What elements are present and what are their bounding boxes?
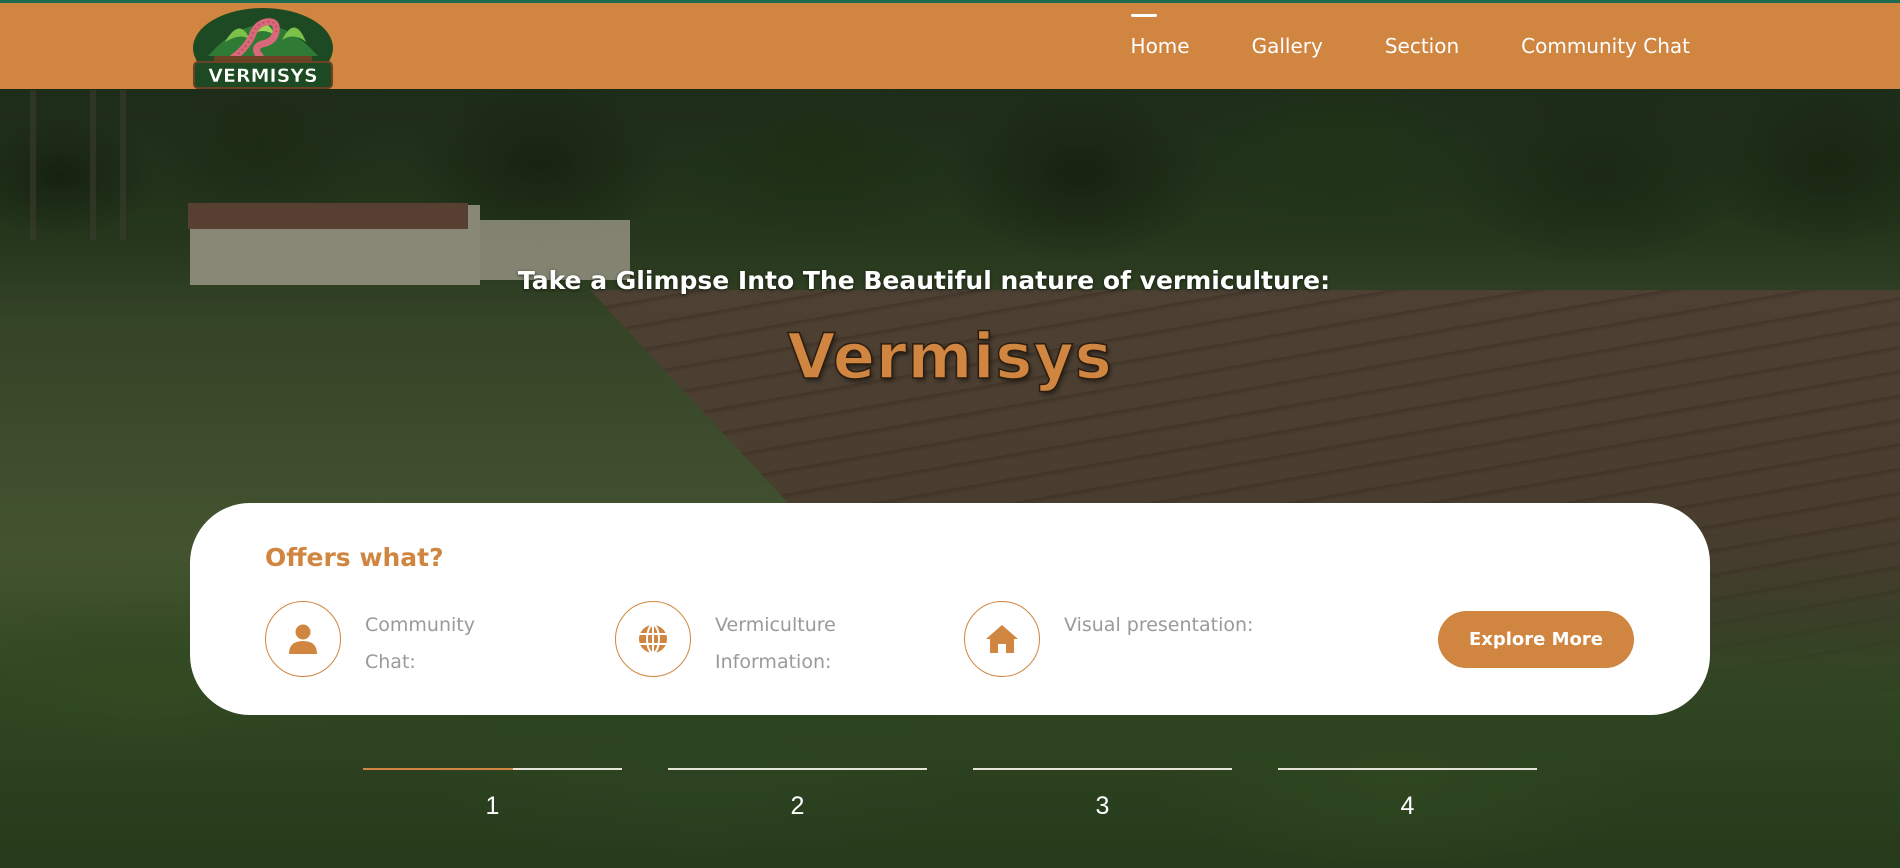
explore-more-button[interactable]: Explore More (1438, 611, 1634, 668)
nav-gallery[interactable]: Gallery (1252, 34, 1323, 58)
slide-number: 3 (1095, 792, 1110, 820)
slide-indicator-4[interactable]: 4 (1278, 768, 1537, 821)
nav-home[interactable]: Home (1130, 14, 1190, 58)
user-icon (265, 601, 341, 677)
home-icon (964, 601, 1040, 677)
globe-icon (615, 601, 691, 677)
hero-title: Vermisys (0, 319, 1900, 394)
slide-progress-bar (668, 768, 927, 770)
slide-number: 4 (1400, 792, 1415, 820)
slide-progress-bar (1278, 768, 1537, 770)
slide-number: 2 (790, 792, 805, 820)
offer-item-visual-presentation: Visual presentation: (964, 601, 1284, 677)
slider-indicators: 1 2 3 4 (363, 768, 1537, 821)
navbar: VERMISYS Home Gallery Section Community … (0, 3, 1900, 89)
vermisys-logo[interactable]: VERMISYS (190, 6, 336, 90)
offer-label: Visual presentation: (1064, 614, 1254, 636)
hero-title-text: Vermisys (787, 319, 1113, 394)
slide-progress-bar (363, 768, 622, 770)
slide-indicator-3[interactable]: 3 (973, 768, 1232, 821)
slide-indicator-1[interactable]: 1 (363, 768, 622, 821)
slide-progress-bar (973, 768, 1232, 770)
offer-label: Vermiculture Information: (715, 614, 836, 673)
nav-section[interactable]: Section (1385, 34, 1459, 58)
nav-community-chat[interactable]: Community Chat (1521, 34, 1690, 58)
hero-overlay (0, 0, 1900, 868)
slide-indicator-2[interactable]: 2 (668, 768, 927, 821)
slide-progress-fill (363, 768, 514, 770)
logo-text: VERMISYS (208, 65, 317, 87)
slide-number: 1 (485, 792, 500, 820)
offer-item-vermiculture-info: Vermiculture Information: (615, 601, 875, 681)
main-nav: Home Gallery Section Community Chat (1130, 3, 1690, 89)
offers-heading: Offers what? (265, 543, 444, 572)
offer-label: Community Chat: (365, 614, 475, 673)
hero-background-image (0, 0, 1900, 868)
hero-tagline: Take a Glimpse Into The Beautiful nature… (0, 266, 1900, 295)
offer-item-community-chat: Community Chat: (265, 601, 525, 681)
offers-card: Offers what? Community Chat: Vermicultur… (190, 503, 1710, 715)
hero-tagline-text: Take a Glimpse Into The Beautiful nature… (517, 266, 1331, 295)
